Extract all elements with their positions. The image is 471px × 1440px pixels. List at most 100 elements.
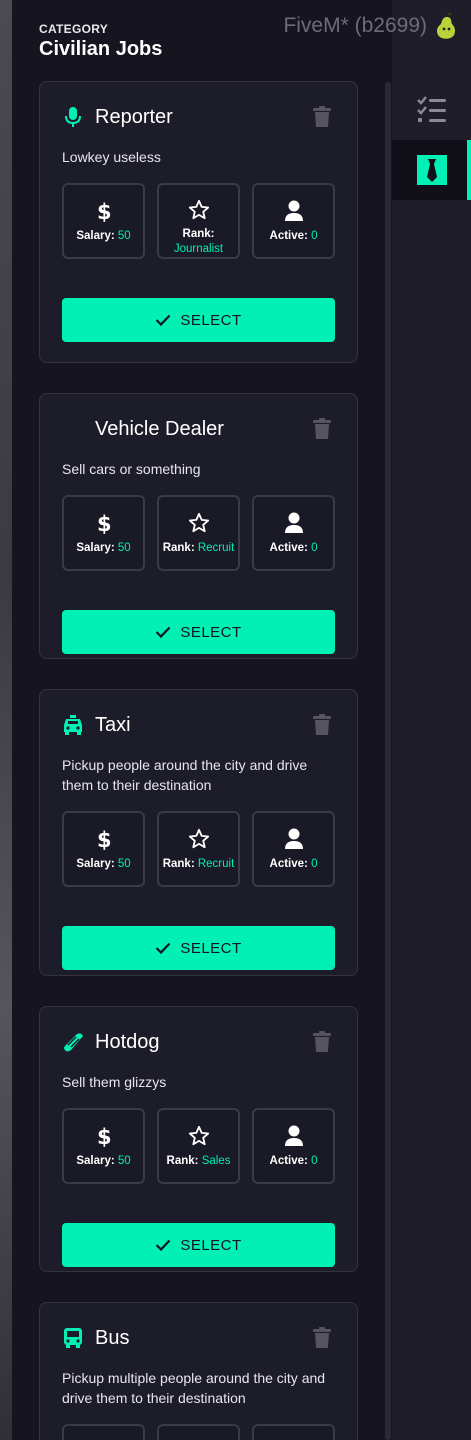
job-card: Taxi Pickup people around the city and d… (39, 689, 358, 976)
select-label: SELECT (180, 939, 242, 957)
svg-text:$: $ (97, 200, 111, 223)
select-label: SELECT (180, 1236, 242, 1254)
salary-value: 50 (117, 1155, 131, 1167)
rank-label: Rank: (166, 1155, 199, 1167)
rank-stat: Rank: Recruit (157, 495, 240, 571)
salary-stat: $ Salary: 50 (62, 811, 145, 887)
job-title: Vehicle Dealer (95, 417, 224, 440)
active-stat: Active: 0 (252, 1108, 335, 1184)
rank-value: Recruit (197, 542, 235, 554)
rank-stat (157, 1424, 240, 1440)
nav-jobs-button[interactable] (392, 140, 471, 200)
job-header: Hotdog (62, 1029, 160, 1055)
job-stats: $ Salary: 50 Rank: Recruit Active: 0 (62, 811, 335, 887)
rank-value: Journalist (173, 243, 224, 255)
pear-logo-icon (437, 12, 456, 39)
job-card: Reporter Lowkey useless $ Salary: 50 Ran… (39, 81, 358, 363)
job-stats: $ Salary: 50 Rank: Recruit Active: 0 (62, 495, 335, 571)
star-icon (188, 828, 209, 849)
job-title: Hotdog (95, 1030, 160, 1053)
job-stats: $ Salary: 50 Rank: Journalist Active: 0 (62, 183, 335, 259)
job-icon-empty (62, 418, 84, 440)
active-value: 0 (311, 230, 318, 242)
job-stats (62, 1424, 335, 1440)
nav-job-list-button[interactable] (392, 80, 471, 140)
trash-icon[interactable] (313, 1031, 331, 1053)
salary-stat: $ Salary: 50 (62, 495, 145, 571)
job-card: Bus Pickup multiple people around the ci… (39, 1302, 358, 1440)
salary-value: 50 (117, 542, 131, 554)
job-description: Pickup people around the city and drive … (62, 757, 308, 793)
user-icon (284, 512, 303, 533)
rank-label: Rank: (182, 228, 215, 240)
active-stat: Active: 0 (252, 495, 335, 571)
taxi-icon (62, 714, 84, 736)
category-label: CATEGORY (39, 22, 109, 36)
active-value: 0 (311, 858, 318, 870)
select-job-button[interactable]: SELECT (62, 1223, 335, 1267)
rank-value: Sales (201, 1155, 231, 1167)
job-header: Vehicle Dealer (62, 416, 224, 442)
rank-label: Rank: (162, 858, 195, 870)
job-header: Reporter (62, 104, 173, 130)
job-description: Sell them glizzys (62, 1074, 167, 1090)
job-title: Taxi (95, 713, 131, 736)
category-title: Civilian Jobs (39, 38, 163, 60)
active-label: Active: (269, 1155, 308, 1167)
fivem-watermark: FiveM* (b2699) (283, 14, 427, 37)
active-stat: Active: 0 (252, 183, 335, 259)
active-value: 0 (311, 542, 318, 554)
select-label: SELECT (180, 623, 242, 641)
trash-icon[interactable] (313, 714, 331, 736)
job-description: Pickup multiple people around the city a… (62, 1370, 326, 1406)
active-value: 0 (311, 1155, 318, 1167)
necktie-icon (416, 155, 447, 185)
star-icon (188, 199, 209, 220)
job-card: Hotdog Sell them glizzys $ Salary: 50 Ra… (39, 1006, 358, 1272)
salary-value: 50 (117, 858, 131, 870)
scrollbar[interactable] (385, 82, 391, 1440)
star-icon (188, 1125, 209, 1146)
microphone-icon (62, 106, 84, 128)
active-label: Active: (269, 858, 308, 870)
user-icon (284, 828, 303, 849)
check-icon (156, 626, 171, 638)
star-icon (188, 512, 209, 533)
rank-stat: Rank: Journalist (157, 183, 240, 259)
side-nav (392, 0, 471, 1440)
salary-stat (62, 1424, 145, 1440)
job-description: Sell cars or something (62, 461, 201, 477)
salary-label: Salary: (76, 230, 115, 242)
dollar-icon: $ (97, 1125, 111, 1148)
salary-label: Salary: (76, 542, 115, 554)
salary-stat: $ Salary: 50 (62, 183, 145, 259)
trash-icon[interactable] (313, 418, 331, 440)
job-title: Bus (95, 1326, 130, 1349)
user-icon (284, 200, 303, 221)
user-icon (284, 1125, 303, 1146)
trash-icon[interactable] (313, 106, 331, 128)
select-job-button[interactable]: SELECT (62, 298, 335, 342)
check-icon (156, 1239, 171, 1251)
game-background (0, 0, 12, 1440)
rank-stat: Rank: Recruit (157, 811, 240, 887)
checklist-icon (416, 96, 446, 122)
salary-value: 50 (117, 230, 131, 242)
job-card: Vehicle Dealer Sell cars or something $ … (39, 393, 358, 659)
trash-icon[interactable] (313, 1327, 331, 1349)
active-stat (252, 1424, 335, 1440)
rank-stat: Rank: Sales (157, 1108, 240, 1184)
rank-value: Recruit (197, 858, 235, 870)
active-label: Active: (269, 230, 308, 242)
select-job-button[interactable]: SELECT (62, 926, 335, 970)
salary-label: Salary: (76, 1155, 115, 1167)
check-icon (156, 314, 171, 326)
svg-text:$: $ (97, 512, 111, 535)
select-label: SELECT (180, 311, 242, 329)
dollar-icon: $ (97, 200, 111, 223)
job-stats: $ Salary: 50 Rank: Sales Active: 0 (62, 1108, 335, 1184)
job-header: Taxi (62, 712, 131, 738)
rank-label: Rank: (162, 542, 195, 554)
job-description: Lowkey useless (62, 149, 161, 165)
select-job-button[interactable]: SELECT (62, 610, 335, 654)
